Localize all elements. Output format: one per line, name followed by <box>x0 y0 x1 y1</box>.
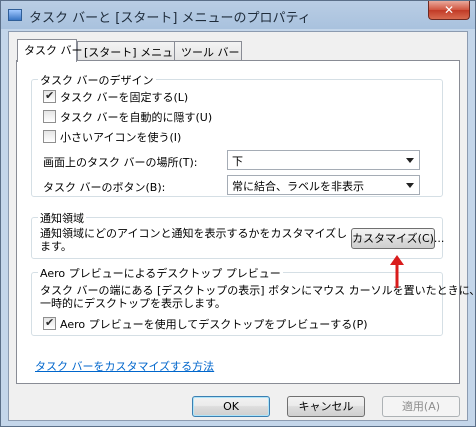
aero-peek-title: Aero プレビューによるデスクトップ プレビュー <box>38 265 283 281</box>
close-button[interactable]: ✕ <box>428 1 470 20</box>
taskbar-location-select[interactable]: 下 <box>227 150 420 170</box>
taskbar-app-icon <box>8 9 22 21</box>
taskbar-location-label: 画面上のタスク バーの場所(T): <box>43 156 198 169</box>
small-icons-label[interactable]: 小さいアイコンを使う(I) <box>60 129 181 145</box>
chevron-down-icon <box>406 183 414 188</box>
taskbar-buttons-value: 常に結合、ラベルを非表示 <box>232 180 364 193</box>
red-arrow-annotation-icon <box>390 255 404 288</box>
taskbar-location-value: 下 <box>232 155 243 168</box>
apply-button[interactable]: 適用(A) <box>382 396 460 417</box>
cancel-button[interactable]: キャンセル <box>287 396 365 417</box>
lock-taskbar-label[interactable]: タスク バーを固定する(L) <box>60 89 188 105</box>
dialog-client-area: タスク バー [スタート] メニュー ツール バー タスク バーのデザイン タス… <box>8 31 476 421</box>
small-icons-checkbox[interactable] <box>43 130 56 143</box>
aero-peek-description-line2: 一時的にデスクトップを表示します。 <box>40 297 226 310</box>
auto-hide-label[interactable]: タスク バーを自動的に隠す(U) <box>60 109 212 125</box>
aero-peek-checkbox-label[interactable]: Aero プレビューを使用してデスクトップをプレビューする(P) <box>60 316 368 332</box>
notification-area-title: 通知領域 <box>38 210 86 226</box>
ok-button[interactable]: OK <box>192 396 270 417</box>
chevron-down-icon <box>406 158 414 163</box>
title-bar[interactable]: タスク バーと [スタート] メニューのプロパティ ✕ <box>1 1 475 31</box>
taskbar-buttons-label: タスク バーのボタン(B): <box>43 181 166 194</box>
taskbar-design-title: タスク バーのデザイン <box>38 72 156 88</box>
auto-hide-checkbox[interactable] <box>43 110 56 123</box>
tab-start-menu[interactable]: [スタート] メニュー <box>77 41 184 61</box>
lock-taskbar-checkbox[interactable] <box>43 89 56 103</box>
tab-taskbar[interactable]: タスク バー <box>17 39 83 62</box>
taskbar-buttons-select[interactable]: 常に結合、ラベルを非表示 <box>227 175 420 195</box>
tab-toolbars[interactable]: ツール バー <box>174 41 242 61</box>
properties-window: タスク バーと [スタート] メニューのプロパティ ✕ タスク バー [スタート… <box>0 0 476 427</box>
notification-area-description: 通知領域にどのアイコンと通知を表示するかをカスタマイズします。 <box>40 227 348 253</box>
aero-peek-checkbox[interactable] <box>43 316 56 330</box>
tab-panel: タスク バーのデザイン タスク バーを固定する(L) タスク バーを自動的に隠す… <box>16 60 476 384</box>
help-link[interactable]: タスク バーをカスタマイズする方法 <box>35 358 214 374</box>
customize-button[interactable]: カスタマイズ(C)... <box>351 228 444 249</box>
window-title: タスク バーと [スタート] メニューのプロパティ <box>29 11 311 26</box>
